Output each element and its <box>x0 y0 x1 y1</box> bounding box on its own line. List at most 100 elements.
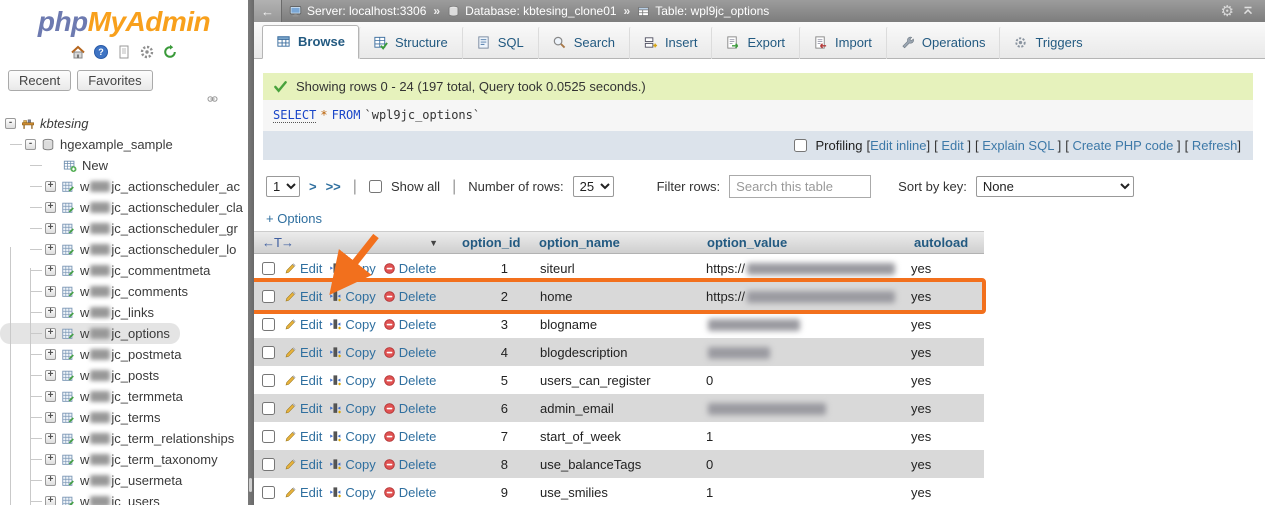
breadcrumb-database[interactable]: Database: kbtesing_clone01 <box>447 4 617 18</box>
sidebar-action-icon[interactable] <box>93 44 109 60</box>
tree-table-item[interactable]: + w jc_term_relationships <box>0 428 244 449</box>
favorites-button[interactable]: Favorites <box>77 70 153 91</box>
edit-link[interactable]: Edit <box>284 401 322 416</box>
tree-database-item[interactable]: - hgexample_sample <box>0 134 183 155</box>
expand-expander-icon[interactable]: + <box>45 181 56 192</box>
delete-link[interactable]: Delete <box>383 317 436 332</box>
expand-expander-icon[interactable]: + <box>45 349 56 360</box>
nav-collapse-button[interactable]: ← <box>254 0 282 22</box>
column-header-option-id[interactable]: option_id <box>444 235 524 250</box>
expand-expander-icon[interactable]: + <box>45 496 56 505</box>
show-all-checkbox[interactable] <box>368 180 382 193</box>
collapse-expander-icon[interactable]: - <box>5 118 16 129</box>
sidebar-action-icon[interactable] <box>139 44 155 60</box>
number-of-rows-select[interactable]: 25 <box>572 176 614 197</box>
expand-expander-icon[interactable]: + <box>45 412 56 423</box>
tab[interactable]: Insert <box>628 26 712 59</box>
tree-table-item[interactable]: + w jc_options <box>0 323 180 344</box>
next-page-link[interactable]: > <box>309 179 317 194</box>
expand-expander-icon[interactable]: + <box>45 370 56 381</box>
row-checkbox[interactable] <box>262 261 275 275</box>
expand-expander-icon[interactable]: + <box>45 475 56 486</box>
expand-expander-icon[interactable]: + <box>45 202 56 213</box>
edit-link[interactable]: Edit <box>284 457 322 472</box>
tab[interactable]: Browse <box>262 25 359 59</box>
page-settings-gear-icon[interactable]: ⚙ <box>1221 4 1234 19</box>
sort-by-key-select[interactable]: None <box>975 176 1134 197</box>
expand-expander-icon[interactable]: + <box>45 307 56 318</box>
tree-table-item[interactable]: + w jc_actionscheduler_lo <box>0 239 246 260</box>
tree-table-item[interactable]: + w jc_usermeta <box>0 470 192 491</box>
filter-rows-input[interactable] <box>729 175 872 198</box>
breadcrumb-server[interactable]: Server: localhost:3306 <box>289 4 426 18</box>
console-collapse-icon[interactable] <box>1241 4 1255 18</box>
delete-link[interactable]: Delete <box>383 429 436 444</box>
copy-link[interactable]: Copy <box>329 429 376 444</box>
row-checkbox[interactable] <box>262 289 275 303</box>
expand-expander-icon[interactable]: + <box>45 265 56 276</box>
edit-link[interactable]: Edit <box>284 317 322 332</box>
page-select[interactable]: 1 <box>266 176 300 197</box>
edit-link[interactable]: Edit <box>284 289 322 304</box>
row-checkbox[interactable] <box>262 345 275 359</box>
tree-table-item[interactable]: + w jc_postmeta <box>0 344 191 365</box>
tab[interactable]: Triggers <box>999 26 1096 59</box>
tab[interactable]: SQL <box>461 26 538 59</box>
row-checkbox[interactable] <box>262 317 275 331</box>
column-header-autoload[interactable]: autoload <box>899 235 984 250</box>
copy-link[interactable]: Copy <box>329 289 376 304</box>
edit-link[interactable]: Edit <box>284 345 322 360</box>
delete-link[interactable]: Delete <box>383 289 436 304</box>
edit-link[interactable]: Edit <box>284 261 322 276</box>
row-checkbox[interactable] <box>262 485 275 499</box>
copy-link[interactable]: Copy <box>329 261 376 276</box>
last-page-link[interactable]: >> <box>326 179 341 194</box>
copy-link[interactable]: Copy <box>329 317 376 332</box>
delete-link[interactable]: Delete <box>383 401 436 416</box>
edit-link[interactable]: Edit <box>284 373 322 388</box>
tree-table-item[interactable]: + w jc_actionscheduler_cla <box>0 197 248 218</box>
delete-link[interactable]: Delete <box>383 345 436 360</box>
expand-expander-icon[interactable]: + <box>45 433 56 444</box>
tree-table-item[interactable]: + w jc_terms <box>0 407 171 428</box>
recent-button[interactable]: Recent <box>8 70 72 91</box>
sidebar-action-icon[interactable] <box>70 44 86 60</box>
tree-table-item[interactable]: + w jc_termmeta <box>0 386 193 407</box>
expand-expander-icon[interactable]: + <box>45 223 56 234</box>
tree-table-item[interactable]: + w jc_term_taxonomy <box>0 449 228 470</box>
row-checkbox[interactable] <box>262 373 275 387</box>
copy-link[interactable]: Copy <box>329 345 376 360</box>
tree-table-item[interactable]: + w jc_actionscheduler_ac <box>0 176 248 197</box>
collapse-expander-icon[interactable]: - <box>25 139 36 150</box>
copy-link[interactable]: Copy <box>329 457 376 472</box>
phpmyadmin-logo[interactable]: phpMyAdmin <box>0 8 248 36</box>
copy-link[interactable]: Copy <box>329 373 376 388</box>
tree-table-item[interactable]: + w jc_posts <box>0 365 169 386</box>
delete-link[interactable]: Delete <box>383 373 436 388</box>
column-dropdown-icon[interactable]: ▼ <box>429 238 438 248</box>
tab[interactable]: Import <box>799 26 886 59</box>
sidebar-action-icon[interactable] <box>162 44 178 60</box>
column-header-option-value[interactable]: option_value <box>692 235 899 250</box>
link-icon[interactable] <box>205 93 220 105</box>
tree-table-item[interactable]: + w jc_actionscheduler_gr <box>0 218 248 239</box>
tree-table-item[interactable]: + w jc_users <box>0 491 170 505</box>
expand-expander-icon[interactable]: + <box>45 391 56 402</box>
row-checkbox[interactable] <box>262 429 275 443</box>
copy-link[interactable]: Copy <box>329 485 376 500</box>
tree-table-item[interactable]: + w jc_links <box>0 302 164 323</box>
options-toggle[interactable]: + Options <box>266 211 322 226</box>
copy-link[interactable]: Copy <box>329 401 376 416</box>
delete-link[interactable]: Delete <box>383 457 436 472</box>
edit-link[interactable]: Edit <box>284 485 322 500</box>
tree-new-table-item[interactable]: New <box>0 155 118 176</box>
expand-expander-icon[interactable]: + <box>45 286 56 297</box>
breadcrumb-table[interactable]: Table: wpl9jc_options <box>637 4 769 18</box>
edit-link[interactable]: Edit <box>284 429 322 444</box>
sort-arrows-icon[interactable]: ←T→ <box>262 235 294 250</box>
tab[interactable]: Search <box>537 26 629 59</box>
tab[interactable]: Operations <box>885 26 1000 59</box>
delete-link[interactable]: Delete <box>383 261 436 276</box>
sidebar-action-icon[interactable] <box>116 44 132 60</box>
row-checkbox[interactable] <box>262 401 275 415</box>
